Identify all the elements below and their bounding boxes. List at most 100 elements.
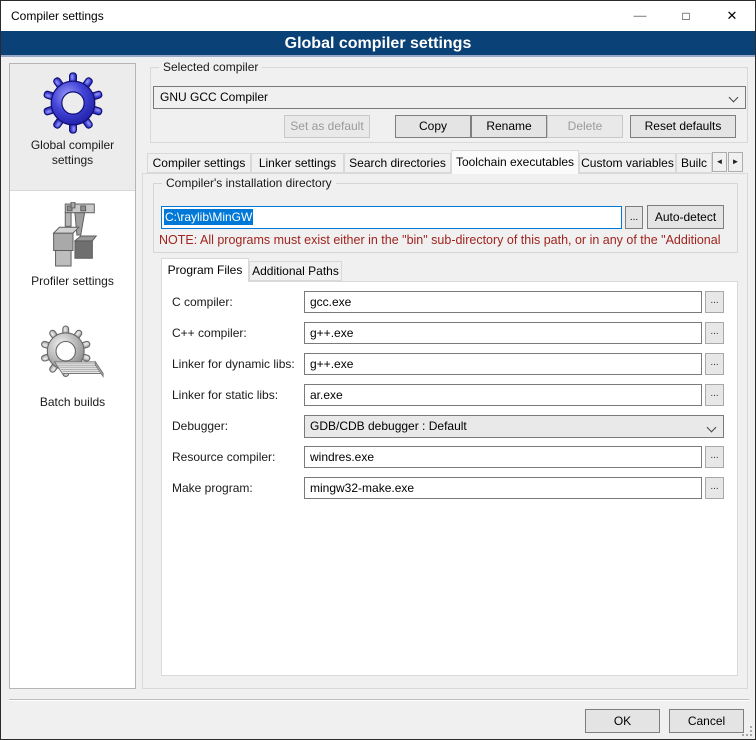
cpp-compiler-label: C++ compiler: (172, 322, 247, 344)
make-program-label: Make program: (172, 477, 253, 499)
tab-compiler-settings[interactable]: Compiler settings (147, 153, 251, 173)
close-button[interactable]: ✕ (709, 1, 755, 31)
resize-grip[interactable] (742, 726, 752, 736)
ellipsis-icon: ... (710, 326, 718, 337)
compiler-select-value: GNU GCC Compiler (160, 90, 268, 104)
debugger-select[interactable]: GDB/CDB debugger : Default (304, 415, 724, 438)
c-compiler-input[interactable]: gcc.exe (304, 291, 702, 313)
linker-dynamic-browse-button[interactable]: ... (705, 353, 724, 375)
sidebar-item-label: Batch builds (10, 393, 135, 416)
set-as-default-button[interactable]: Set as default (284, 115, 370, 138)
subtab-additional-paths[interactable]: Additional Paths (249, 261, 342, 281)
close-icon: ✕ (727, 8, 738, 23)
ellipsis-icon: ... (710, 481, 718, 492)
linker-dynamic-input[interactable]: g++.exe (304, 353, 702, 375)
debugger-label: Debugger: (172, 415, 228, 437)
sidebar-item-batch-builds[interactable]: Batch builds (10, 317, 135, 417)
arrow-right-icon: ► (732, 157, 740, 166)
resource-compiler-input[interactable]: windres.exe (304, 446, 702, 468)
gray-gear-stack-icon (41, 325, 105, 391)
compiler-settings-dialog: Compiler settings — □ ✕ Global compiler … (0, 0, 756, 740)
tab-toolchain-executables[interactable]: Toolchain executables (451, 150, 579, 174)
program-files-page: C compiler: gcc.exe ... C++ compiler: g+… (161, 281, 738, 676)
debugger-value: GDB/CDB debugger : Default (310, 419, 467, 433)
resource-compiler-value: windres.exe (310, 450, 374, 464)
cpp-compiler-browse-button[interactable]: ... (705, 322, 724, 344)
tab-label: Linker settings (259, 156, 336, 170)
cancel-button[interactable]: Cancel (669, 709, 744, 733)
delete-button[interactable]: Delete (547, 115, 623, 138)
tab-build-options[interactable]: Builc (676, 153, 712, 173)
chevron-down-icon (729, 93, 739, 103)
dialog-header: Global compiler settings (1, 31, 755, 57)
cpp-compiler-value: g++.exe (310, 326, 353, 340)
c-compiler-browse-button[interactable]: ... (705, 291, 724, 313)
tab-label: Compiler settings (153, 156, 246, 170)
c-compiler-label: C compiler: (172, 291, 233, 313)
linker-dynamic-value: g++.exe (310, 357, 353, 371)
auto-detect-button[interactable]: Auto-detect (647, 205, 724, 229)
page-title: Global compiler settings (285, 35, 472, 52)
sidebar-item-profiler-settings[interactable]: Profiler settings (10, 194, 135, 299)
blue-gear-icon (42, 72, 104, 134)
reset-defaults-label: Reset defaults (645, 119, 722, 133)
ellipsis-icon: ... (710, 357, 718, 368)
compiler-select[interactable]: GNU GCC Compiler (153, 86, 746, 109)
minimize-icon: — (634, 8, 647, 23)
ok-button[interactable]: OK (585, 709, 660, 733)
make-program-value: mingw32-make.exe (310, 481, 414, 495)
installation-directory-input[interactable]: C:\raylib\MinGW (161, 206, 622, 229)
tab-label: Custom variables (581, 156, 674, 170)
installation-directory-value: C:\raylib\MinGW (164, 209, 253, 225)
tab-custom-variables[interactable]: Custom variables (579, 153, 676, 173)
installation-directory-group-label: Compiler's installation directory (162, 176, 336, 190)
rename-label: Rename (486, 119, 531, 133)
tab-scroll-left-button[interactable]: ◄ (712, 152, 727, 172)
caliper-blocks-icon (42, 202, 104, 270)
subtab-label: Additional Paths (252, 264, 339, 278)
linker-static-label: Linker for static libs: (172, 384, 278, 406)
rename-button[interactable]: Rename (471, 115, 547, 138)
ellipsis-icon: ... (710, 388, 718, 399)
set-as-default-label: Set as default (290, 119, 363, 133)
cancel-label: Cancel (688, 714, 725, 728)
make-program-browse-button[interactable]: ... (705, 477, 724, 499)
copy-button[interactable]: Copy (395, 115, 471, 138)
title-bar: Compiler settings — □ ✕ (1, 1, 755, 31)
tab-label: Builc (681, 156, 707, 170)
tab-scroll-right-button[interactable]: ► (728, 152, 743, 172)
sidebar-item-global-compiler-settings[interactable]: Global compiler settings (10, 64, 135, 191)
tab-linker-settings[interactable]: Linker settings (251, 153, 344, 173)
minimize-button[interactable]: — (617, 1, 663, 31)
tab-label: Toolchain executables (456, 155, 574, 169)
make-program-input[interactable]: mingw32-make.exe (304, 477, 702, 499)
tab-label: Search directories (349, 156, 446, 170)
subtab-label: Program Files (168, 263, 243, 277)
reset-defaults-button[interactable]: Reset defaults (630, 115, 736, 138)
linker-static-browse-button[interactable]: ... (705, 384, 724, 406)
arrow-left-icon: ◄ (716, 157, 724, 166)
settings-sidebar: Global compiler settings Profi (9, 63, 136, 689)
resource-compiler-label: Resource compiler: (172, 446, 275, 468)
ellipsis-icon: ... (710, 295, 718, 306)
sidebar-item-label: Global compiler settings (10, 136, 135, 174)
tab-search-directories[interactable]: Search directories (344, 153, 451, 173)
cpp-compiler-input[interactable]: g++.exe (304, 322, 702, 344)
subtab-program-files[interactable]: Program Files (161, 258, 249, 282)
bin-subdirectory-note: NOTE: All programs must exist either in … (159, 233, 737, 247)
chevron-down-icon (707, 423, 717, 433)
c-compiler-value: gcc.exe (310, 295, 351, 309)
maximize-button[interactable]: □ (663, 1, 709, 31)
sidebar-item-label: Profiler settings (10, 272, 135, 295)
linker-dynamic-label: Linker for dynamic libs: (172, 353, 295, 375)
resource-compiler-browse-button[interactable]: ... (705, 446, 724, 468)
installation-directory-browse-button[interactable]: ... (625, 206, 643, 229)
maximize-icon: □ (682, 9, 689, 23)
linker-static-input[interactable]: ar.exe (304, 384, 702, 406)
copy-label: Copy (419, 119, 447, 133)
selected-compiler-group-label: Selected compiler (159, 60, 262, 74)
auto-detect-label: Auto-detect (655, 210, 716, 224)
linker-static-value: ar.exe (310, 388, 343, 402)
ok-label: OK (614, 714, 631, 728)
footer-separator (9, 699, 749, 701)
